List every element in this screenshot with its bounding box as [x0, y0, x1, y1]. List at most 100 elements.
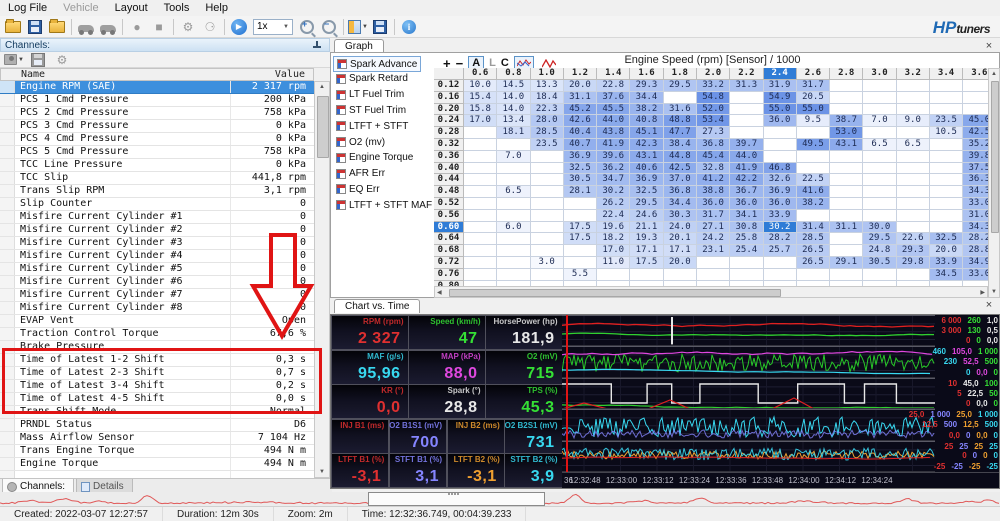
heatmap-cell[interactable]: 5.5: [564, 269, 597, 281]
heatmap-row-header[interactable]: 0.40: [434, 163, 464, 175]
heatmap-cell[interactable]: [464, 163, 497, 175]
heatmap-cell[interactable]: 34.1: [730, 210, 763, 222]
heatmap-cell[interactable]: 37.6: [597, 92, 630, 104]
heatmap-col-header[interactable]: 3.2: [897, 68, 930, 80]
heatmap-cell[interactable]: [531, 233, 564, 245]
heatmap-cell[interactable]: [464, 257, 497, 269]
heatmap-cell[interactable]: 26.5: [797, 245, 830, 257]
play-button[interactable]: ▶: [229, 18, 249, 36]
heatmap-col-header[interactable]: 1.8: [664, 68, 697, 80]
heatmap-row-header[interactable]: 0.24: [434, 115, 464, 127]
heatmap-cell[interactable]: [464, 174, 497, 186]
heatmap-cell[interactable]: 43.8: [597, 127, 630, 139]
heatmap-cell[interactable]: 45.1: [630, 127, 663, 139]
heatmap-cell[interactable]: 33.2: [697, 80, 730, 92]
heatmap-col-header[interactable]: 2.0: [697, 68, 730, 80]
heatmap-cell[interactable]: 17.0: [464, 115, 497, 127]
heatmap-cell[interactable]: 46.8: [764, 163, 797, 175]
close-icon[interactable]: ×: [982, 299, 996, 313]
engine-diagnostics-button[interactable]: ⚙: [178, 18, 198, 36]
table-row[interactable]: Misfire Current Cylinder #20: [0, 224, 314, 237]
heatmap-cell[interactable]: [564, 198, 597, 210]
heatmap-col-header[interactable]: 1.4: [597, 68, 630, 80]
heatmap-cell[interactable]: [531, 210, 564, 222]
heatmap-cell[interactable]: [863, 104, 896, 116]
table-row[interactable]: Trans Slip RPM3,1 rpm: [0, 185, 314, 198]
table-row[interactable]: Mass Airflow Sensor7 104 Hz: [0, 432, 314, 445]
heatmap-cell[interactable]: [497, 139, 530, 151]
heatmap-cell[interactable]: 24.0: [664, 222, 697, 234]
heatmap-cell[interactable]: [930, 222, 963, 234]
heatmap-cell[interactable]: 19.3: [630, 233, 663, 245]
heatmap-cell[interactable]: 41.6: [797, 186, 830, 198]
heatmap-cell[interactable]: [664, 269, 697, 281]
heatmap-cell[interactable]: [830, 269, 863, 281]
heatmap-cell[interactable]: [963, 80, 988, 92]
heatmap-cell[interactable]: 17.5: [564, 233, 597, 245]
heatmap-row-header[interactable]: 0.16: [434, 92, 464, 104]
graph-channel-o2-mv-[interactable]: O2 (mv): [333, 135, 388, 149]
heatmap-cell[interactable]: 30.8: [730, 222, 763, 234]
heatmap-cell[interactable]: 32.8: [697, 163, 730, 175]
heatmap-cell[interactable]: [730, 115, 763, 127]
graph-channel-ltft-stft[interactable]: LTFT + STFT: [333, 119, 411, 133]
heatmap-cell[interactable]: 29.5: [863, 233, 896, 245]
heatmap-cell[interactable]: 45.2: [564, 104, 597, 116]
heatmap-cell[interactable]: 6.5: [497, 186, 530, 198]
heatmap-cell[interactable]: 27.3: [697, 127, 730, 139]
export-log-button[interactable]: [47, 18, 67, 36]
minimap-drag-handle[interactable]: [448, 493, 462, 497]
heatmap-cell[interactable]: 36.9: [764, 186, 797, 198]
table-row[interactable]: Misfire Current Cylinder #70: [0, 289, 314, 302]
table-row[interactable]: Misfire Current Cylinder #80: [0, 302, 314, 315]
heatmap-cell[interactable]: [764, 139, 797, 151]
heatmap-col-header[interactable]: 2.6: [797, 68, 830, 80]
heatmap-cell[interactable]: 19.6: [597, 222, 630, 234]
heatmap-cell[interactable]: 14.0: [497, 104, 530, 116]
record-button[interactable]: ●: [127, 18, 147, 36]
table-row[interactable]: Misfire Current Cylinder #50: [0, 263, 314, 276]
scroll-up-icon[interactable]: ▲: [989, 71, 999, 77]
table-row[interactable]: EVAP VentOpen: [0, 315, 314, 328]
heatmap-cell[interactable]: 55.0: [797, 104, 830, 116]
heatmap-cell[interactable]: [497, 198, 530, 210]
heatmap-cell[interactable]: [830, 245, 863, 257]
heatmap-cell[interactable]: 29.8: [897, 257, 930, 269]
table-row[interactable]: Time of Latest 4-5 Shift0,0 s: [0, 393, 314, 406]
scroll-left-icon[interactable]: ◀: [437, 289, 442, 296]
menu-log-file[interactable]: Log File: [0, 1, 55, 15]
heatmap-cell[interactable]: 26.2: [597, 198, 630, 210]
menu-vehicle[interactable]: Vehicle: [55, 1, 106, 15]
heatmap-cell[interactable]: 40.7: [564, 139, 597, 151]
heatmap-cell[interactable]: [764, 127, 797, 139]
heatmap-row-header[interactable]: 0.20: [434, 104, 464, 116]
heatmap-cell[interactable]: [531, 163, 564, 175]
heatmap-cell[interactable]: 30.5: [863, 257, 896, 269]
heatmap-cell[interactable]: [764, 151, 797, 163]
heatmap-cell[interactable]: 3.0: [531, 257, 564, 269]
scroll-down-icon[interactable]: ▼: [315, 469, 329, 475]
heatmap-cell[interactable]: 38.4: [664, 139, 697, 151]
heatmap-cell[interactable]: 24.6: [630, 210, 663, 222]
heatmap-cell[interactable]: [897, 174, 930, 186]
heatmap-cell[interactable]: [464, 210, 497, 222]
heatmap-cell[interactable]: 45.5: [597, 104, 630, 116]
menu-help[interactable]: Help: [197, 1, 236, 15]
heatmap-cell[interactable]: 31.4: [797, 222, 830, 234]
heatmap-cell[interactable]: 25.8: [730, 233, 763, 245]
heatmap-cell[interactable]: 31.7: [697, 210, 730, 222]
heatmap-cell[interactable]: 31.9: [764, 80, 797, 92]
heatmap-cell[interactable]: 20.1: [664, 233, 697, 245]
heatmap-cell[interactable]: [531, 269, 564, 281]
heatmap-cell[interactable]: 42.5: [664, 163, 697, 175]
heatmap-cell[interactable]: 36.0: [764, 198, 797, 210]
heatmap-cell[interactable]: [797, 269, 830, 281]
heatmap-cell[interactable]: 17.0: [597, 245, 630, 257]
heatmap-cell[interactable]: [464, 198, 497, 210]
heatmap-cell[interactable]: 48.8: [664, 115, 697, 127]
snapshot-button[interactable]: ▼: [4, 51, 24, 69]
heatmap-row-header[interactable]: 0.28: [434, 127, 464, 139]
graph-channel-eq-err[interactable]: EQ Err: [333, 182, 383, 196]
heatmap-cell[interactable]: [930, 198, 963, 210]
heatmap-row-header[interactable]: 0.72: [434, 257, 464, 269]
